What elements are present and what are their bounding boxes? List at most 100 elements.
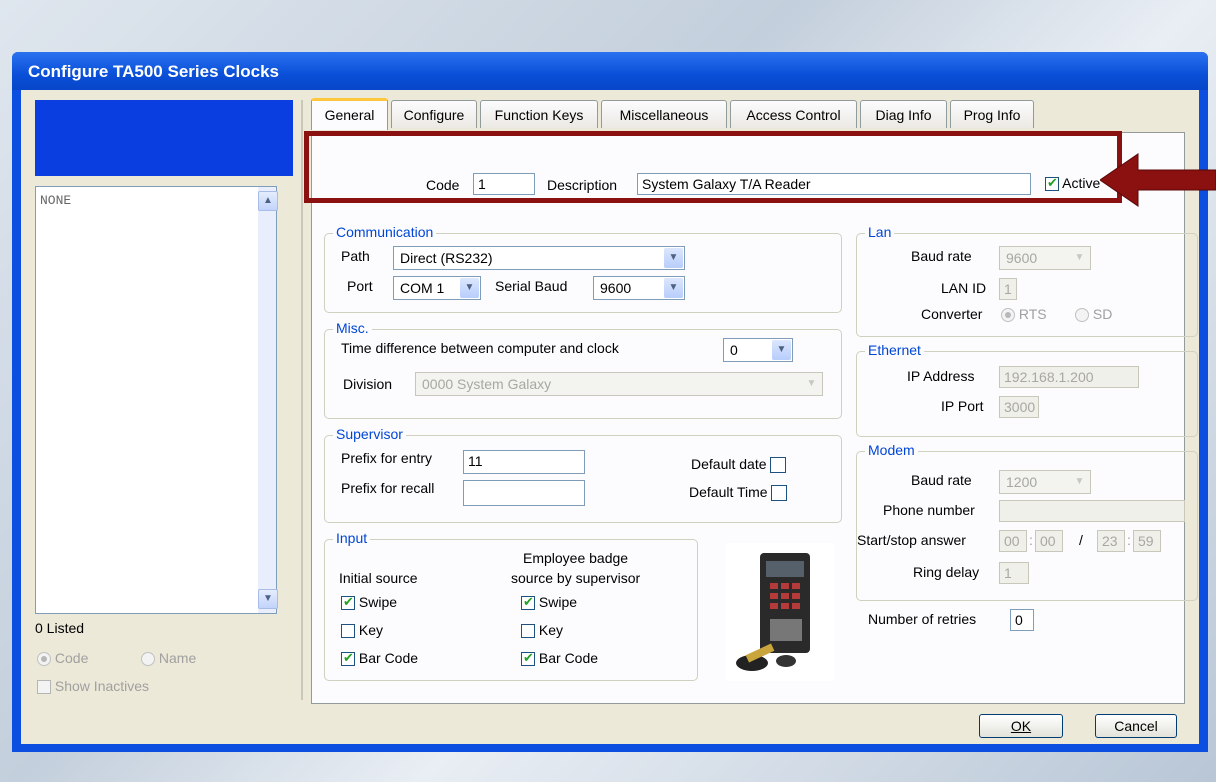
dialog-client: NONE ▲ ▼ 0 Listed Code Name Show Inactiv…	[21, 90, 1199, 744]
converter-sd-radio[interactable]: SD	[1075, 306, 1112, 323]
group-title: Ethernet	[865, 342, 924, 358]
lan-group: Lan Baud rate 9600 ▼ LAN ID 1 Converter …	[856, 224, 1198, 337]
show-inactives-checkbox[interactable]: Show Inactives	[37, 678, 149, 695]
initial-key-checkbox[interactable]: Key	[341, 622, 383, 639]
tab-access-control[interactable]: Access Control	[730, 100, 857, 128]
tab-function-keys[interactable]: Function Keys	[480, 100, 598, 128]
chevron-down-icon[interactable]: ▼	[460, 278, 479, 298]
radio-icon	[1001, 308, 1015, 323]
badge-source-label-line1: Employee badge	[523, 550, 629, 566]
group-title: Communication	[333, 224, 437, 240]
ring-delay-label: Ring delay	[913, 564, 980, 580]
checkbox-icon	[771, 485, 788, 502]
supervisor-swipe-checkbox[interactable]: Swipe	[521, 594, 577, 611]
default-time-checkbox[interactable]: Default Time	[689, 484, 788, 502]
cancel-button[interactable]: Cancel	[1095, 714, 1177, 738]
phone-number-field[interactable]	[999, 500, 1185, 522]
initial-barcode-checkbox[interactable]: Bar Code	[341, 650, 418, 667]
left-panel: NONE ▲ ▼ 0 Listed Code Name Show Inactiv…	[35, 100, 293, 746]
ok-button[interactable]: OK	[979, 714, 1063, 738]
port-label: Port	[347, 278, 373, 294]
converter-label: Converter	[921, 306, 983, 322]
chevron-down-icon[interactable]: ▼	[664, 278, 683, 298]
radio-icon	[37, 652, 51, 667]
path-select[interactable]: Direct (RS232) ▼	[393, 246, 685, 270]
supervisor-key-checkbox[interactable]: Key	[521, 622, 563, 639]
checkbox-icon	[521, 624, 535, 639]
tab-diag-info[interactable]: Diag Info	[860, 100, 947, 128]
scroll-up-icon[interactable]: ▲	[258, 191, 278, 211]
arrow-pointer-icon	[1099, 150, 1216, 210]
chevron-down-icon[interactable]: ▼	[1070, 248, 1089, 268]
checkbox-icon	[37, 680, 51, 695]
checkbox-icon	[341, 594, 355, 611]
dialog-window: Configure TA500 Series Clocks NONE ▲ ▼ 0…	[12, 52, 1208, 752]
general-tab-panel: Code 1 Description System Galaxy T/A Rea…	[304, 131, 1198, 704]
time-colon: :	[1029, 532, 1033, 548]
highlight-box	[304, 131, 1122, 203]
start-stop-label: Start/stop answer	[857, 532, 966, 548]
time-difference-select[interactable]: 0 ▼	[723, 338, 793, 362]
chevron-down-icon[interactable]: ▼	[802, 374, 821, 394]
list-item[interactable]: NONE	[40, 193, 71, 208]
modem-baud-select[interactable]: 1200 ▼	[999, 470, 1091, 494]
ring-delay-field[interactable]: 1	[999, 562, 1029, 584]
sort-code-radio[interactable]: Code	[37, 650, 88, 667]
port-select[interactable]: COM 1 ▼	[393, 276, 481, 300]
lan-baud-select[interactable]: 9600 ▼	[999, 246, 1091, 270]
ip-address-label: IP Address	[907, 368, 975, 384]
start-minute-field[interactable]: 00	[1035, 530, 1063, 552]
ip-address-field[interactable]: 192.168.1.200	[999, 366, 1139, 388]
title-bar[interactable]: Configure TA500 Series Clocks	[12, 52, 1208, 90]
window-title: Configure TA500 Series Clocks	[28, 62, 279, 81]
retries-field[interactable]: 0	[1010, 609, 1034, 631]
supervisor-group: Supervisor Prefix for entry 11 Prefix fo…	[324, 426, 842, 523]
division-select[interactable]: 0000 System Galaxy ▼	[415, 372, 823, 396]
converter-rts-radio[interactable]: RTS	[1001, 306, 1047, 323]
lan-id-field[interactable]: 1	[999, 278, 1017, 300]
lan-id-label: LAN ID	[941, 280, 987, 296]
serial-baud-select[interactable]: 9600 ▼	[593, 276, 685, 300]
ip-port-field[interactable]: 3000	[999, 396, 1039, 418]
prefix-entry-label: Prefix for entry	[341, 450, 433, 466]
path-label: Path	[341, 248, 370, 264]
prefix-recall-label: Prefix for recall	[341, 480, 435, 496]
ip-port-label: IP Port	[941, 398, 984, 414]
end-minute-field[interactable]: 59	[1133, 530, 1161, 552]
default-date-checkbox[interactable]: Default date	[691, 456, 787, 474]
modem-group: Modem Baud rate 1200 ▼ Phone number Star…	[856, 442, 1198, 601]
sort-name-radio[interactable]: Name	[141, 650, 196, 667]
start-hour-field[interactable]: 00	[999, 530, 1027, 552]
tab-prog-info[interactable]: Prog Info	[950, 100, 1034, 128]
panel-divider	[301, 100, 303, 700]
clock-device-image	[726, 543, 834, 681]
scroll-down-icon[interactable]: ▼	[258, 589, 278, 609]
phone-number-label: Phone number	[883, 502, 975, 518]
clock-list[interactable]: NONE ▲ ▼	[35, 186, 278, 614]
modem-baud-label: Baud rate	[911, 472, 972, 488]
group-title: Input	[333, 530, 371, 546]
tab-general[interactable]: General	[311, 98, 388, 130]
badge-source-label-line2: source by supervisor	[511, 570, 641, 586]
radio-icon	[1075, 308, 1089, 323]
list-scrollbar[interactable]: ▲ ▼	[258, 187, 278, 613]
tab-miscellaneous[interactable]: Miscellaneous	[601, 100, 727, 128]
prefix-recall-field[interactable]	[463, 480, 585, 506]
initial-swipe-checkbox[interactable]: Swipe	[341, 594, 397, 611]
tab-configure[interactable]: Configure	[391, 100, 477, 128]
lan-baud-label: Baud rate	[911, 248, 972, 264]
checkbox-icon	[770, 457, 787, 474]
ethernet-group: Ethernet IP Address 192.168.1.200 IP Por…	[856, 342, 1198, 437]
group-title: Misc.	[333, 320, 372, 336]
input-group: Input Initial source Employee badge sour…	[324, 530, 698, 681]
chevron-down-icon[interactable]: ▼	[772, 340, 791, 360]
prefix-entry-field[interactable]: 11	[463, 450, 585, 474]
chevron-down-icon[interactable]: ▼	[664, 248, 683, 268]
supervisor-barcode-checkbox[interactable]: Bar Code	[521, 650, 598, 667]
checkbox-icon	[341, 650, 355, 667]
group-title: Supervisor	[333, 426, 406, 442]
chevron-down-icon[interactable]: ▼	[1070, 472, 1089, 492]
end-hour-field[interactable]: 23	[1097, 530, 1125, 552]
group-title: Modem	[865, 442, 918, 458]
checkbox-icon	[521, 650, 535, 667]
